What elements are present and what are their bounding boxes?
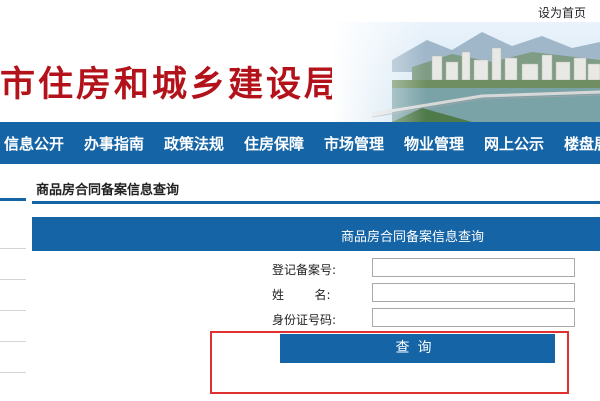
id-number-input[interactable] — [372, 308, 575, 327]
id-number-label: 身份证号码: — [272, 313, 337, 327]
record-number-label: 登记备案号: — [272, 263, 337, 277]
sidebar-divider — [0, 372, 26, 373]
name-label: 姓 名: — [272, 288, 331, 302]
record-number-input[interactable] — [372, 258, 575, 277]
nav-item-info-disclosure[interactable]: 信息公开 — [4, 133, 64, 154]
top-utility-bar: 设为首页 — [0, 0, 600, 22]
sidebar-divider — [0, 248, 26, 249]
site-title: 市住房和城乡建设局 — [0, 64, 343, 105]
form-header-title: 商品房合同备案信息查询 — [341, 230, 485, 245]
nav-item-service-guide[interactable]: 办事指南 — [84, 133, 144, 154]
nav-item-housing-security[interactable]: 住房保障 — [244, 133, 304, 154]
nav-item-market-management[interactable]: 市场管理 — [324, 133, 384, 154]
nav-item-property-management[interactable]: 物业管理 — [404, 133, 464, 154]
set-homepage-link[interactable]: 设为首页 — [538, 4, 586, 21]
main-navigation: 信息公开 办事指南 政策法规 住房保障 市场管理 物业管理 网上公示 楼盘展 — [0, 122, 600, 164]
sidebar-divider — [0, 310, 26, 311]
title-underline — [32, 201, 600, 204]
left-sidebar — [0, 198, 26, 401]
sidebar-divider — [0, 341, 26, 342]
nav-item-policies[interactable]: 政策法规 — [164, 133, 224, 154]
highlight-annotation-box — [210, 331, 569, 394]
nav-item-public-notice[interactable]: 网上公示 — [484, 133, 544, 154]
sidebar-divider — [0, 279, 26, 280]
name-input[interactable] — [372, 283, 575, 302]
site-banner: 市住房和城乡建设局 — [0, 22, 600, 122]
sidebar-accent-line — [0, 198, 26, 201]
form-header-bar: 商品房合同备案信息查询 — [32, 217, 600, 251]
page-title: 商品房合同备案信息查询 — [36, 183, 180, 198]
city-panorama-image — [332, 22, 600, 122]
nav-item-real-estate[interactable]: 楼盘展 — [564, 133, 600, 154]
